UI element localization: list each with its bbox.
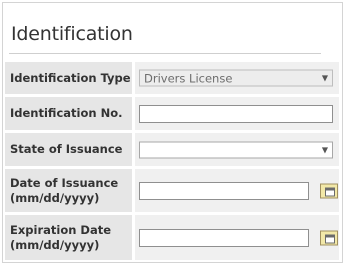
row-identification-type: Identification Type Drivers License ▼ <box>5 59 339 94</box>
expiration-date-label: Expiration Date (mm/dd/yyyy) <box>5 215 132 260</box>
state-of-issuance-label: State of Issuance <box>5 133 132 166</box>
row-date-of-issuance: Date of Issuance (mm/dd/yyyy) <box>5 166 339 212</box>
row-identification-no: Identification No. <box>5 94 339 130</box>
identification-type-value: Drivers License <box>144 71 233 86</box>
date-of-issuance-label: Date of Issuance (mm/dd/yyyy) <box>5 169 132 212</box>
section-title: Identification <box>11 23 133 45</box>
identification-no-label: Identification No. <box>5 97 132 130</box>
date-of-issuance-input[interactable] <box>139 181 309 200</box>
identification-no-input[interactable] <box>139 104 333 123</box>
state-of-issuance-select[interactable]: ▼ <box>139 141 333 158</box>
calendar-icon[interactable] <box>320 183 338 198</box>
chevron-down-icon: ▼ <box>321 145 328 154</box>
identification-type-label: Identification Type <box>5 62 132 94</box>
identification-type-select[interactable]: Drivers License ▼ <box>139 69 333 87</box>
expiration-date-input[interactable] <box>139 228 309 247</box>
title-divider <box>9 53 321 54</box>
chevron-down-icon: ▼ <box>321 73 328 83</box>
row-expiration-date: Expiration Date (mm/dd/yyyy) <box>5 212 339 260</box>
row-state-of-issuance: State of Issuance ▼ <box>5 130 339 166</box>
calendar-icon[interactable] <box>320 230 338 245</box>
